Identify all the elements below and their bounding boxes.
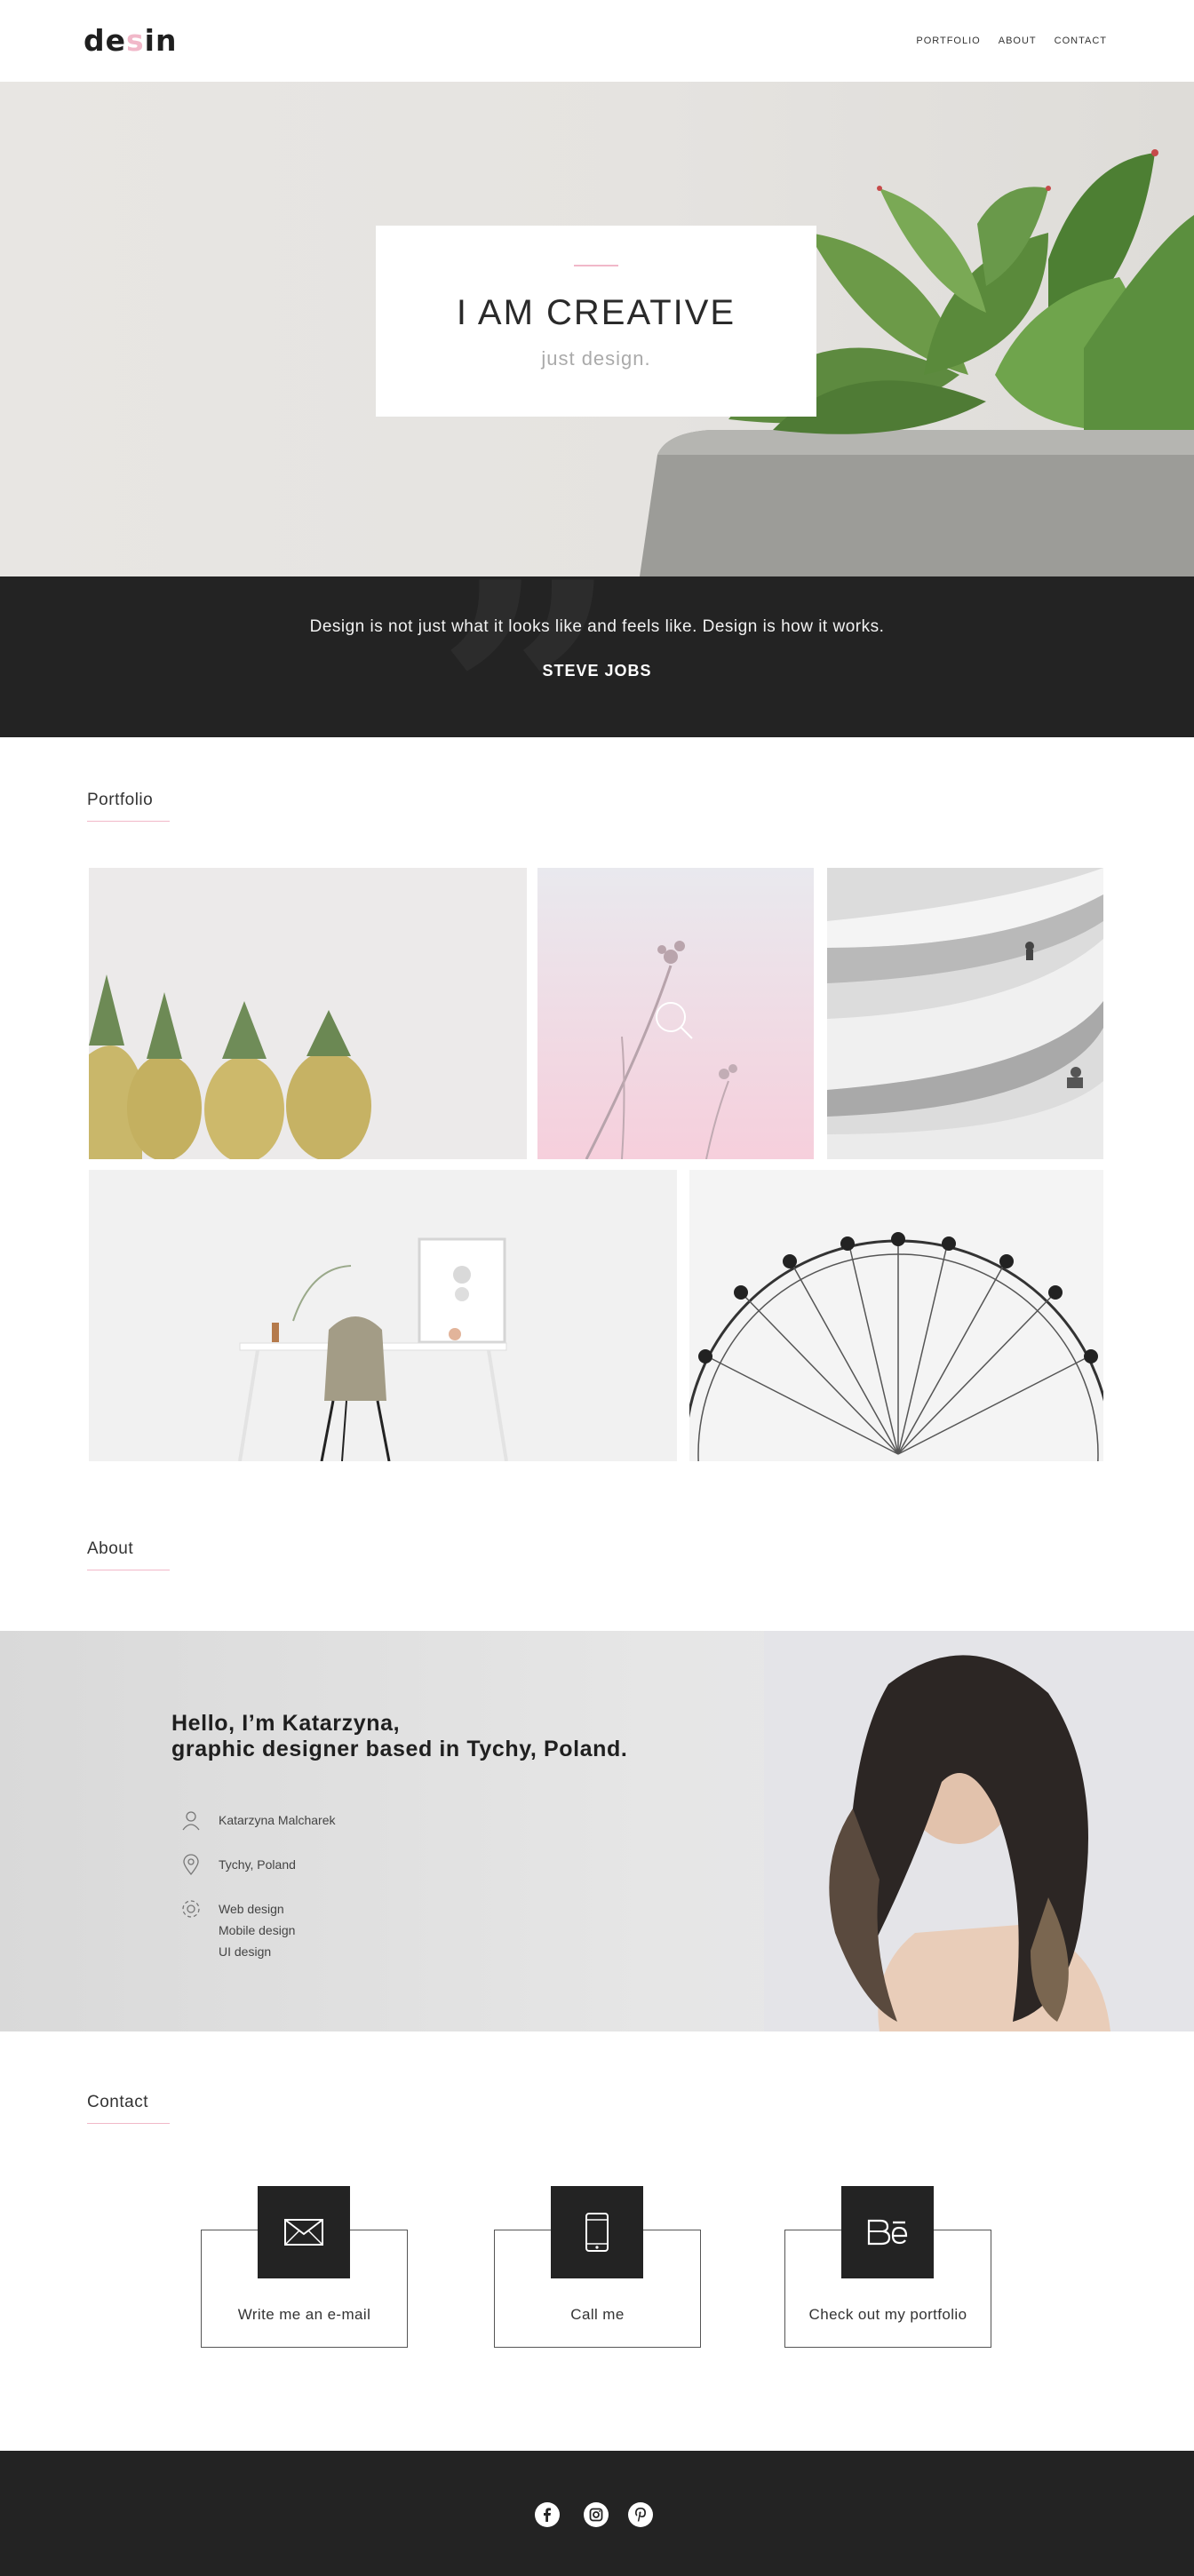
pineapples-image bbox=[89, 868, 527, 1159]
about-section-title: About bbox=[87, 1539, 170, 1570]
nav-about-link[interactable]: ABOUT bbox=[999, 36, 1037, 46]
email-label: Write me an e-mail bbox=[237, 2306, 371, 2323]
portfolio-item-pineapples[interactable] bbox=[89, 868, 527, 1159]
about-section: Hello, I’m Katarzyna, graphic designer b… bbox=[0, 1631, 1194, 2031]
desk-chair-image bbox=[89, 1170, 677, 1461]
envelope-icon bbox=[284, 2219, 323, 2246]
about-name: Katarzyna Malcharek bbox=[219, 1813, 336, 1827]
pinterest-link[interactable] bbox=[628, 2502, 653, 2527]
about-skills-row: Web design Mobile design UI design bbox=[179, 1897, 336, 1962]
location-pin-icon bbox=[183, 1854, 199, 1876]
quote-author: STEVE JOBS bbox=[542, 662, 652, 680]
person-icon bbox=[182, 1811, 200, 1831]
nav-contact-link[interactable]: CONTACT bbox=[1055, 36, 1107, 46]
hero-subtitle: just design. bbox=[541, 347, 651, 370]
pink-flowers-image bbox=[537, 868, 814, 1159]
about-info: Katarzyna Malcharek Tychy, Poland Web de… bbox=[179, 1809, 336, 1984]
skill-item: Web design bbox=[219, 1902, 284, 1916]
portfolio-section-title: Portfolio bbox=[87, 791, 170, 822]
logo[interactable]: desin bbox=[84, 23, 177, 58]
facebook-icon bbox=[544, 2508, 551, 2522]
portfolio-item-ferris-wheel[interactable] bbox=[689, 1170, 1103, 1461]
quote-section: ” Design is not just what it looks like … bbox=[0, 576, 1194, 737]
skill-item: Mobile design bbox=[219, 1923, 296, 1937]
gear-icon bbox=[182, 1900, 200, 1918]
facebook-link[interactable] bbox=[535, 2502, 560, 2527]
site-header: desin PORTFOLIO ABOUT CONTACT bbox=[0, 0, 1194, 82]
about-heading: Hello, I’m Katarzyna, graphic designer b… bbox=[171, 1711, 627, 1762]
ferris-wheel-image bbox=[689, 1170, 1103, 1461]
skill-item: UI design bbox=[219, 1944, 272, 1959]
portfolio-item-flowers[interactable] bbox=[537, 868, 814, 1159]
logo-text-end: in bbox=[144, 23, 178, 58]
portfolio-link-label: Check out my portfolio bbox=[808, 2306, 967, 2323]
instagram-link[interactable] bbox=[584, 2502, 609, 2527]
about-location-row: Tychy, Poland bbox=[179, 1853, 336, 1876]
phone-icon-box[interactable] bbox=[551, 2186, 643, 2278]
spiral-architecture-image bbox=[827, 868, 1103, 1159]
contact-section-title: Contact bbox=[87, 2093, 170, 2124]
hero-title: I AM CREATIVE bbox=[456, 293, 736, 332]
portfolio-item-desk[interactable] bbox=[89, 1170, 677, 1461]
about-heading-line1: Hello, I’m Katarzyna, bbox=[171, 1711, 401, 1736]
hero-banner: I AM CREATIVE just design. bbox=[0, 82, 1194, 576]
hero-card: I AM CREATIVE just design. bbox=[376, 226, 816, 417]
quote-mark-icon: ” bbox=[435, 576, 619, 737]
behance-icon bbox=[867, 2219, 908, 2246]
email-icon-box[interactable] bbox=[258, 2186, 350, 2278]
nav-portfolio-link[interactable]: PORTFOLIO bbox=[916, 36, 980, 46]
site-footer bbox=[0, 2451, 1194, 2576]
about-location: Tychy, Poland bbox=[219, 1857, 296, 1872]
instagram-icon bbox=[589, 2508, 603, 2522]
about-skills: Web design Mobile design UI design bbox=[219, 1897, 295, 1962]
phone-icon bbox=[585, 2213, 609, 2252]
pinterest-icon bbox=[635, 2508, 646, 2522]
phone-label: Call me bbox=[570, 2306, 625, 2323]
logo-text-accent: s bbox=[126, 23, 145, 58]
portrait-image bbox=[764, 1631, 1194, 2031]
logo-text-start: de bbox=[84, 23, 127, 58]
portfolio-item-architecture[interactable] bbox=[827, 868, 1103, 1159]
about-heading-line2: graphic designer based in Tychy, Poland. bbox=[171, 1737, 628, 1761]
accent-bar bbox=[574, 265, 618, 266]
main-nav: PORTFOLIO ABOUT CONTACT bbox=[916, 36, 1107, 46]
behance-icon-box[interactable] bbox=[841, 2186, 934, 2278]
quote-text: Design is not just what it looks like an… bbox=[309, 617, 885, 636]
about-name-row: Katarzyna Malcharek bbox=[179, 1809, 336, 1832]
